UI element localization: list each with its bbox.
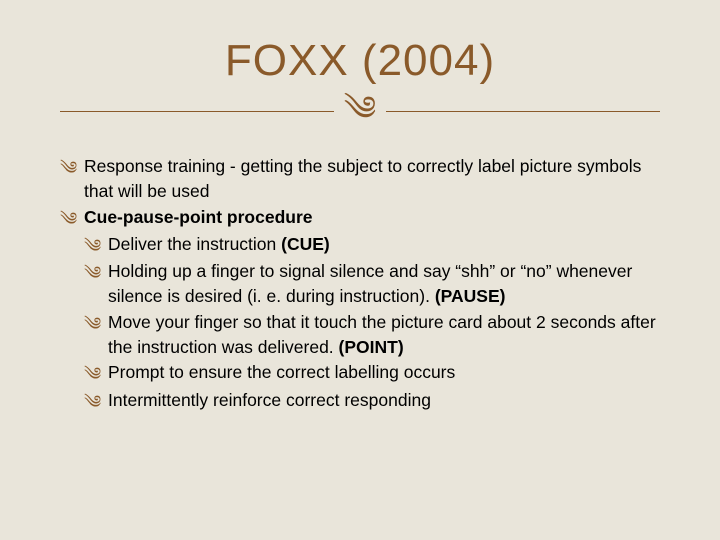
list-item: ༄ Prompt to ensure the correct labelling… <box>84 360 660 387</box>
title-divider: ༄ <box>60 94 660 128</box>
bullet-icon: ༄ <box>60 205 84 232</box>
list-item: ༄ Cue-pause-point procedure <box>60 205 660 232</box>
list-item-text: Response training - getting the subject … <box>84 154 660 205</box>
list-item: ༄ Holding up a finger to signal silence … <box>84 259 660 310</box>
list-item-text: Intermittently reinforce correct respond… <box>108 388 660 415</box>
list-item-text: Prompt to ensure the correct labelling o… <box>108 360 660 387</box>
bullet-icon: ༄ <box>84 259 108 310</box>
list-item: ༄ Move your finger so that it touch the … <box>84 310 660 361</box>
slide: FOXX (2004) ༄ ༄ Response training - gett… <box>0 0 720 540</box>
divider-line-left <box>60 111 334 112</box>
page-title: FOXX (2004) <box>60 36 660 86</box>
list-item-text: Holding up a finger to signal silence an… <box>108 259 660 310</box>
list-item: ༄ Response training - getting the subjec… <box>60 154 660 205</box>
bullet-icon: ༄ <box>84 388 108 415</box>
list-item: ༄ Deliver the instruction (CUE) <box>84 232 660 259</box>
bullet-icon: ༄ <box>84 360 108 387</box>
content: ༄ Response training - getting the subjec… <box>60 154 660 415</box>
list-item-text: Deliver the instruction (CUE) <box>108 232 660 259</box>
bullet-icon: ༄ <box>84 232 108 259</box>
divider-line-right <box>386 111 660 112</box>
list-item-text: Cue-pause-point procedure <box>84 205 660 232</box>
sublist: ༄ Deliver the instruction (CUE) ༄ Holdin… <box>84 232 660 415</box>
bullet-icon: ༄ <box>60 154 84 205</box>
bullet-icon: ༄ <box>84 310 108 361</box>
list-item-text: Move your finger so that it touch the pi… <box>108 310 660 361</box>
list-item: ༄ Intermittently reinforce correct respo… <box>84 388 660 415</box>
flourish-icon: ༄ <box>344 92 376 126</box>
